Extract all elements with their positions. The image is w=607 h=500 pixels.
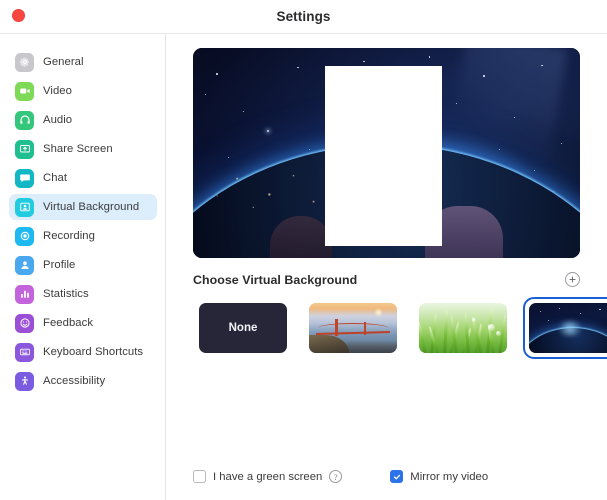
sidebar-item-label: Profile bbox=[43, 259, 75, 271]
person-icon bbox=[15, 256, 34, 275]
sidebar-item-statistics[interactable]: Statistics bbox=[9, 281, 157, 307]
sidebar-item-audio[interactable]: Audio bbox=[9, 107, 157, 133]
smiley-face-icon bbox=[15, 314, 34, 333]
thumbnail-none-label: None bbox=[229, 322, 258, 334]
green-screen-option[interactable]: I have a green screen ? bbox=[193, 470, 342, 483]
help-icon[interactable]: ? bbox=[329, 470, 342, 483]
thumbnail-golden-gate[interactable] bbox=[309, 303, 397, 353]
section-title: Choose Virtual Background bbox=[193, 273, 357, 287]
sidebar-item-label: Accessibility bbox=[43, 375, 105, 387]
sidebar-item-share-screen[interactable]: Share Screen bbox=[9, 136, 157, 162]
settings-window: Settings General Video Audio bbox=[0, 0, 607, 500]
video-preview bbox=[193, 48, 580, 258]
sidebar-item-label: Chat bbox=[43, 172, 67, 184]
background-thumbnail-list: None bbox=[193, 297, 580, 359]
keyboard-icon bbox=[15, 343, 34, 362]
sidebar-item-profile[interactable]: Profile bbox=[9, 252, 157, 278]
thumbnail-earth-space[interactable] bbox=[529, 303, 607, 353]
share-screen-icon bbox=[15, 140, 34, 159]
thumbnail-grass[interactable] bbox=[419, 303, 507, 353]
thumbnail-none[interactable]: None bbox=[199, 303, 287, 353]
redaction-overlay bbox=[325, 66, 442, 247]
sidebar-item-label: Share Screen bbox=[43, 143, 113, 155]
sidebar-item-accessibility[interactable]: Accessibility bbox=[9, 368, 157, 394]
sidebar: General Video Audio Share Screen bbox=[0, 34, 166, 500]
headland bbox=[309, 335, 349, 353]
main-panel: Choose Virtual Background None bbox=[166, 34, 607, 500]
sidebar-item-feedback[interactable]: Feedback bbox=[9, 310, 157, 336]
virtual-background-icon bbox=[15, 198, 34, 217]
sidebar-item-label: Video bbox=[43, 85, 72, 97]
footer-options: I have a green screen ? Mirror my video bbox=[193, 470, 580, 500]
sidebar-item-recording[interactable]: Recording bbox=[9, 223, 157, 249]
mirror-video-label: Mirror my video bbox=[410, 471, 488, 483]
thumbnail-option-earth[interactable] bbox=[523, 297, 607, 359]
thumbnail-option-bridge[interactable] bbox=[303, 297, 403, 359]
green-screen-label: I have a green screen bbox=[213, 471, 322, 483]
gear-icon bbox=[15, 53, 34, 72]
mirror-video-option[interactable]: Mirror my video bbox=[390, 470, 488, 483]
video-camera-icon bbox=[15, 82, 34, 101]
mirror-video-checkbox[interactable] bbox=[390, 470, 403, 483]
accessibility-icon bbox=[15, 372, 34, 391]
bridge-deck bbox=[316, 331, 390, 335]
record-circle-icon bbox=[15, 227, 34, 246]
sidebar-item-label: Virtual Background bbox=[43, 201, 139, 213]
sidebar-item-label: General bbox=[43, 56, 84, 68]
thumbnail-option-grass[interactable] bbox=[413, 297, 513, 359]
bridge-cable bbox=[318, 323, 388, 328]
sun-glow bbox=[374, 308, 383, 317]
sidebar-item-label: Keyboard Shortcuts bbox=[43, 346, 143, 358]
sidebar-item-label: Statistics bbox=[43, 288, 89, 300]
bar-chart-icon bbox=[15, 285, 34, 304]
choose-background-header: Choose Virtual Background bbox=[193, 272, 580, 287]
chat-bubble-icon bbox=[15, 169, 34, 188]
page-title: Settings bbox=[276, 9, 330, 24]
sidebar-item-label: Feedback bbox=[43, 317, 93, 329]
title-bar: Settings bbox=[0, 0, 607, 33]
sidebar-item-virtual-background[interactable]: Virtual Background bbox=[9, 194, 157, 220]
green-screen-checkbox[interactable] bbox=[193, 470, 206, 483]
add-background-button[interactable] bbox=[565, 272, 580, 287]
window-body: General Video Audio Share Screen bbox=[0, 33, 607, 500]
thumbnail-option-none[interactable]: None bbox=[193, 297, 293, 359]
sidebar-item-video[interactable]: Video bbox=[9, 78, 157, 104]
sidebar-item-chat[interactable]: Chat bbox=[9, 165, 157, 191]
sidebar-item-general[interactable]: General bbox=[9, 49, 157, 75]
headphones-icon bbox=[15, 111, 34, 130]
sidebar-item-label: Audio bbox=[43, 114, 72, 126]
sidebar-item-label: Recording bbox=[43, 230, 95, 242]
close-button[interactable] bbox=[12, 9, 25, 22]
sidebar-item-keyboard-shortcuts[interactable]: Keyboard Shortcuts bbox=[9, 339, 157, 365]
